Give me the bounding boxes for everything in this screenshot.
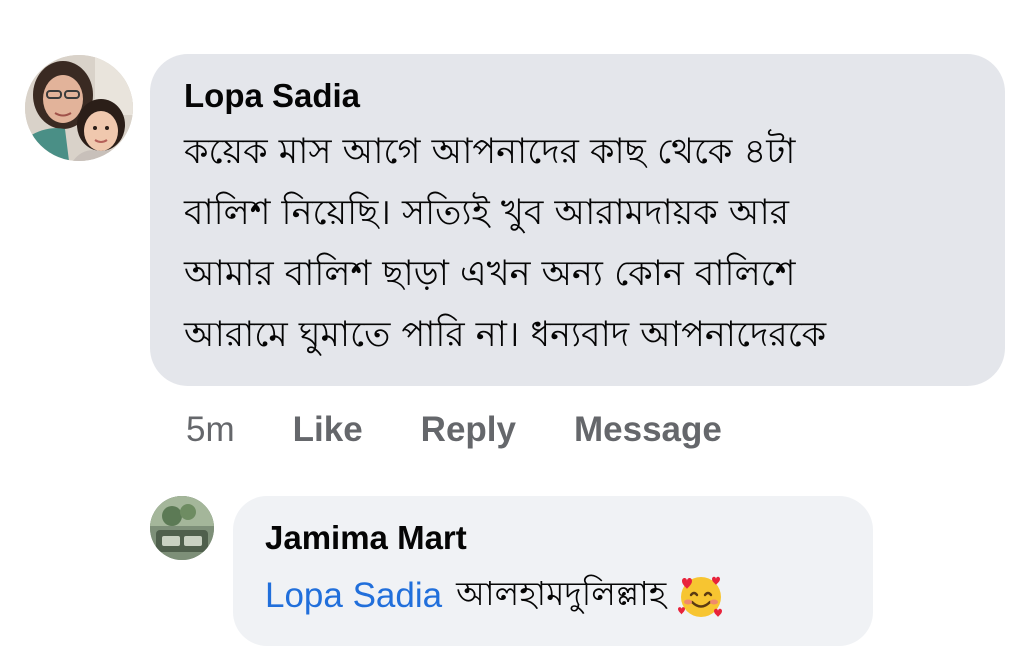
reply-button[interactable]: Reply: [421, 410, 516, 450]
mention-link[interactable]: Lopa Sadia: [265, 576, 442, 616]
comment-author-name[interactable]: Lopa Sadia: [184, 76, 975, 116]
like-button[interactable]: Like: [293, 410, 363, 450]
comment-text: কয়েক মাস আগে আপনাদের কাছ থেকে ৪টা বালিশ…: [184, 122, 975, 366]
comment-text-line: আরামে ঘুমাতে পারি না। ধন্যবাদ আপনাদেরকে: [184, 315, 827, 355]
comment-actions: 5m Like Reply Message: [186, 405, 780, 455]
comment-bubble: Lopa Sadia কয়েক মাস আগে আপনাদের কাছ থেক…: [150, 54, 1005, 386]
page-logo-icon: [150, 496, 214, 560]
reply-text: আলহামদুলিল্লাহ: [456, 574, 667, 613]
comment-text-line: আমার বালিশ ছাড়া এখন অন্য কোন বালিশে: [184, 254, 796, 294]
comment-timestamp[interactable]: 5m: [186, 410, 235, 450]
reply-bubble: Jamima Mart Lopa Sadia আলহামদুলিল্লাহ: [233, 496, 873, 646]
smiling-face-with-hearts-icon: [676, 571, 726, 621]
profile-photo-icon: [25, 55, 133, 161]
reply-text-line: Lopa Sadia আলহামদুলিল্লাহ: [265, 568, 843, 624]
reply-author-name[interactable]: Jamima Mart: [265, 518, 843, 558]
comment-text-line: বালিশ নিয়েছি। সত্যিই খুব আরামদায়ক আর: [184, 193, 789, 233]
message-button[interactable]: Message: [574, 410, 722, 450]
reply-author-avatar[interactable]: [150, 496, 214, 560]
commenter-avatar[interactable]: [25, 55, 133, 161]
comment-text-line: কয়েক মাস আগে আপনাদের কাছ থেকে ৪টা: [184, 132, 796, 172]
